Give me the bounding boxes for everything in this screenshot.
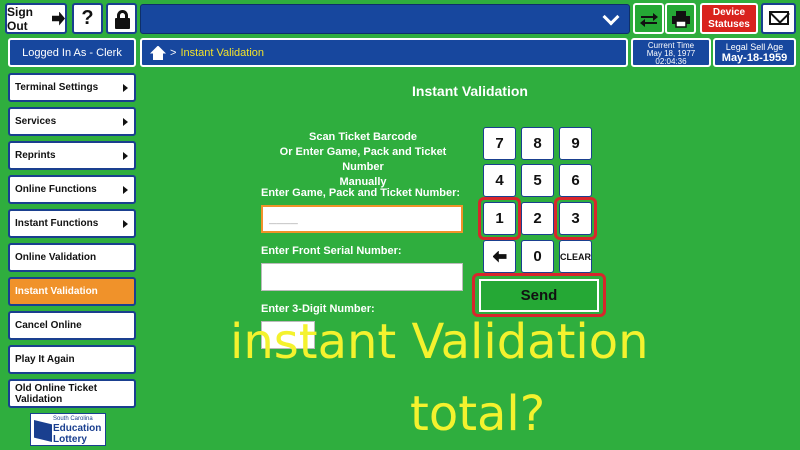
sidebar-item-label: Online Functions: [15, 184, 97, 195]
breadcrumb-separator: >: [170, 46, 177, 59]
sidebar-item-label: Reprints: [15, 150, 56, 161]
swap-arrows-icon: [639, 12, 658, 27]
sidebar-item-label: Cancel Online: [15, 320, 82, 331]
current-time: 02:04:36: [655, 57, 687, 66]
keypad-key-9[interactable]: 9: [559, 127, 592, 160]
help-button[interactable]: ?: [72, 3, 103, 34]
state-outline-icon: [34, 420, 52, 442]
envelope-icon: [769, 11, 789, 25]
sign-out-button[interactable]: Sign Out: [5, 3, 67, 34]
sidebar-item-label: Play It Again: [15, 354, 75, 365]
logo-line1: South Carolina: [53, 416, 93, 422]
backspace-arrow-icon: [492, 250, 507, 263]
device-statuses-button[interactable]: Device Statuses: [700, 3, 758, 34]
game-pack-ticket-label: Enter Game, Pack and Ticket Number:: [261, 187, 461, 199]
sidebar-item-reprints[interactable]: Reprints: [8, 141, 136, 170]
breadcrumb-current-page: Instant Validation: [180, 46, 265, 59]
instructions-line2: Or Enter Game, Pack and Ticket Number: [279, 146, 447, 173]
game-pack-ticket-input[interactable]: ____: [261, 205, 463, 233]
keypad-backspace[interactable]: [483, 240, 516, 273]
instructions: Scan Ticket Barcode Or Enter Game, Pack …: [258, 130, 468, 190]
sidebar-item-online-functions[interactable]: Online Functions: [8, 175, 136, 204]
chevron-right-icon: [123, 118, 128, 126]
sidebar-item-terminal-settings[interactable]: Terminal Settings: [8, 73, 136, 102]
keypad-key-2[interactable]: 2: [521, 202, 554, 235]
sidebar-item-services[interactable]: Services: [8, 107, 136, 136]
logo-line2: Education: [53, 423, 102, 434]
chevron-down-icon: [602, 8, 620, 26]
keypad-clear[interactable]: CLEAR: [559, 240, 592, 273]
current-time-box: Current Time May 18, 1977 02:04:36: [631, 38, 711, 67]
sidebar-item-label: Old Online Ticket Validation: [15, 382, 98, 405]
logged-in-label: Logged In As - Clerk: [22, 46, 122, 59]
printer-icon: [671, 10, 690, 28]
home-icon[interactable]: [150, 45, 166, 60]
highlight-ring-send: [472, 273, 606, 317]
sign-out-label: Sign Out: [7, 4, 33, 33]
swap-button[interactable]: [633, 3, 664, 34]
legal-sell-age-box: Legal Sell Age May-18-1959: [713, 38, 796, 67]
sidebar-item-label: Instant Functions: [15, 218, 99, 229]
chevron-right-icon: [123, 220, 128, 228]
help-label: ?: [81, 7, 94, 29]
sidebar-item-label: Services: [15, 116, 57, 127]
sidebar-item-instant-functions[interactable]: Instant Functions: [8, 209, 136, 238]
keypad-key-7[interactable]: 7: [483, 127, 516, 160]
sidebar-item-online-validation[interactable]: Online Validation: [8, 243, 136, 272]
keypad-key-5[interactable]: 5: [521, 164, 554, 197]
print-button[interactable]: [665, 3, 696, 34]
messages-button[interactable]: [761, 3, 796, 34]
keypad-key-0[interactable]: 0: [521, 240, 554, 273]
front-serial-label: Enter Front Serial Number:: [261, 245, 402, 257]
chevron-right-icon: [123, 84, 128, 92]
front-serial-input[interactable]: [261, 263, 463, 291]
logged-in-status: Logged In As - Clerk: [8, 38, 136, 67]
exit-arrow-icon: [51, 11, 65, 26]
instructions-line1: Scan Ticket Barcode: [308, 131, 417, 143]
lottery-logo: South Carolina Education Lottery: [30, 413, 106, 446]
chevron-right-icon: [123, 186, 128, 194]
keypad-key-8[interactable]: 8: [521, 127, 554, 160]
overlay-caption-line1: instant Validation: [230, 314, 649, 370]
logo-line3: Lottery: [53, 434, 87, 445]
sidebar-item-instant-validation[interactable]: Instant Validation: [8, 277, 136, 306]
sidebar-item-label: Instant Validation: [15, 286, 98, 297]
highlight-ring-key-1: [478, 197, 521, 240]
sidebar-item-label: Online Validation: [15, 252, 97, 263]
device-statuses-line2: Statuses: [708, 19, 750, 30]
page-title: Instant Validation: [412, 83, 528, 99]
keypad-key-6[interactable]: 6: [559, 164, 592, 197]
keypad-key-4[interactable]: 4: [483, 164, 516, 197]
sidebar-item-play-it-again[interactable]: Play It Again: [8, 345, 136, 374]
legal-age-date: May-18-1959: [721, 52, 788, 64]
chevron-right-icon: [123, 152, 128, 160]
sidebar-item-label: Terminal Settings: [15, 82, 99, 93]
highlight-ring-key-3: [554, 197, 597, 240]
breadcrumb: > Instant Validation: [140, 38, 628, 67]
sidebar-item-old-online-ticket-validation[interactable]: Old Online Ticket Validation: [8, 379, 136, 408]
device-statuses-line1: Device: [712, 7, 746, 18]
overlay-caption-line2: total?: [410, 386, 546, 442]
menu-dropdown[interactable]: [140, 4, 630, 34]
sidebar-item-cancel-online[interactable]: Cancel Online: [8, 311, 136, 340]
lock-button[interactable]: [106, 3, 137, 34]
